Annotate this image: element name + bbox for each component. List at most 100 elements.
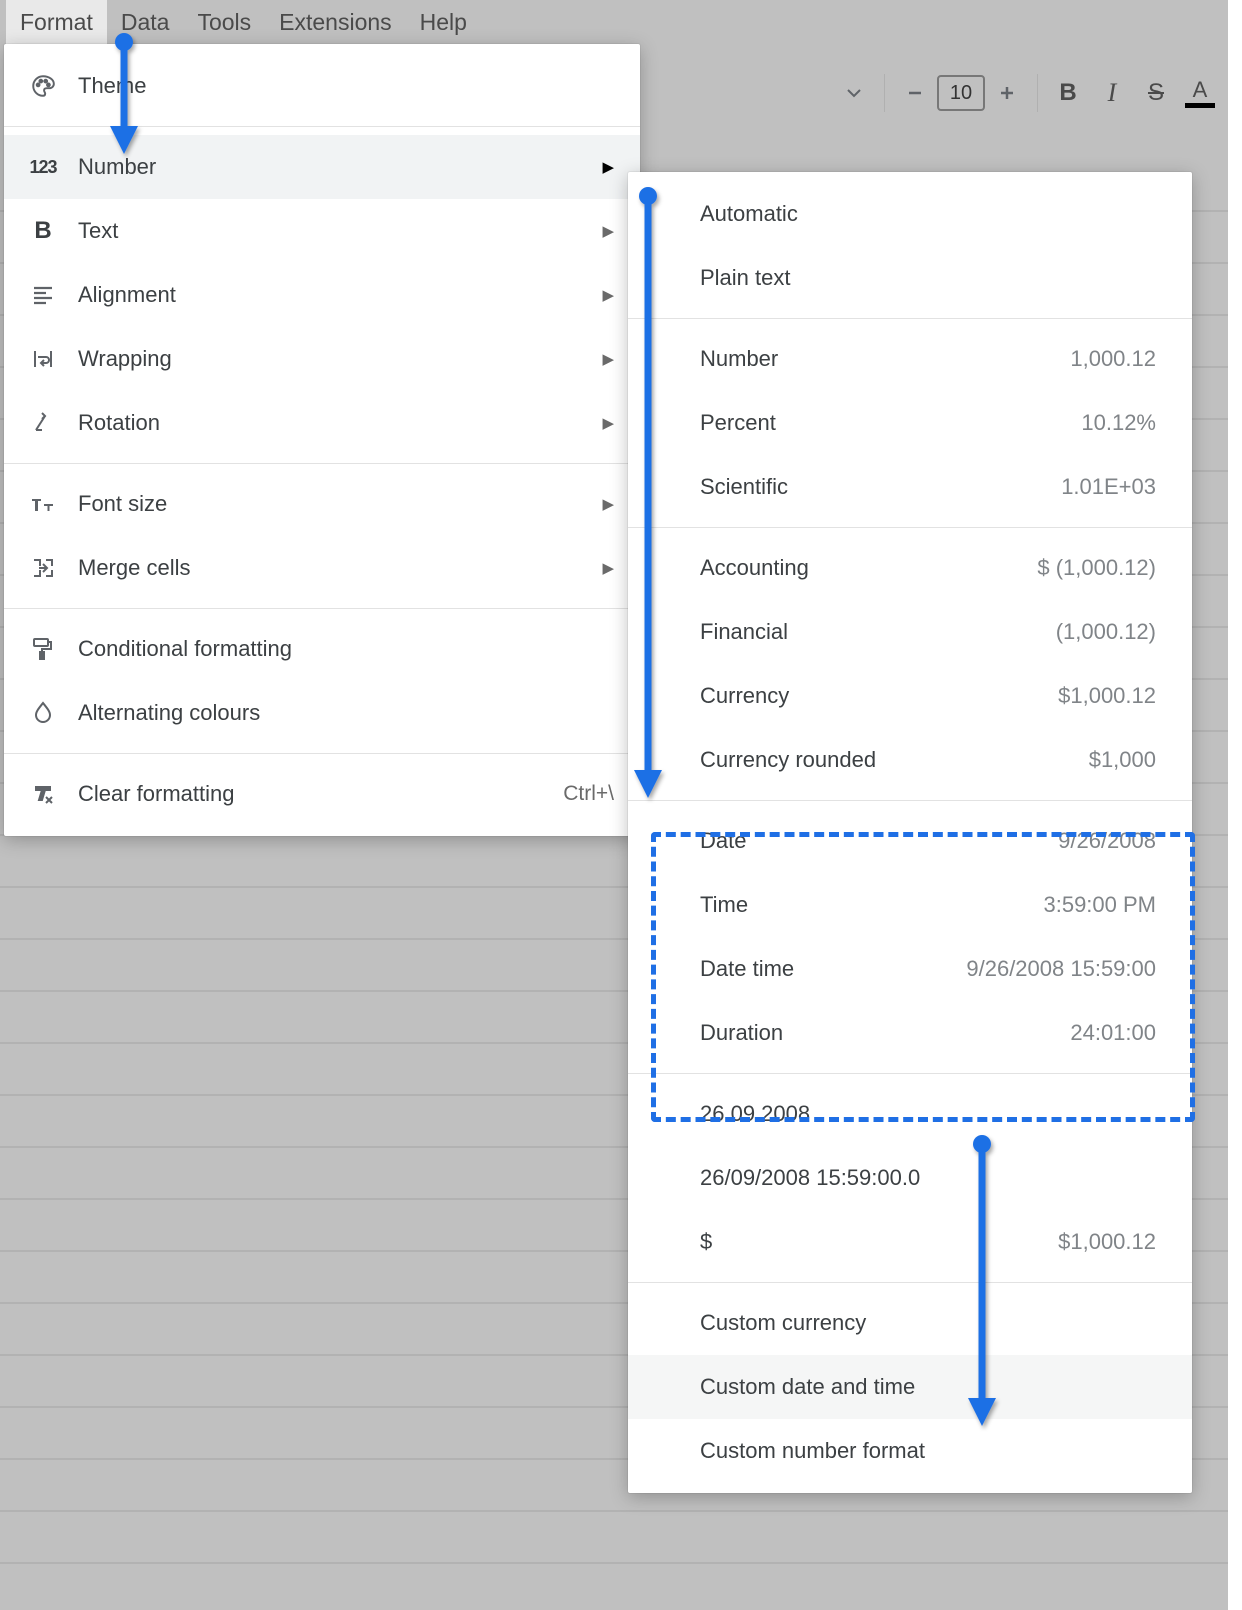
number-option-time[interactable]: Time 3:59:00 PM [628,873,1192,937]
chevron-right-icon: ▶ [602,286,614,304]
menu-item-alignment[interactable]: Alignment ▶ [4,263,640,327]
chevron-right-icon: ▶ [602,222,614,240]
number-option-number[interactable]: Number 1,000.12 [628,327,1192,391]
menu-item-label: Conditional formatting [78,636,614,662]
menu-extensions[interactable]: Extensions [265,0,406,46]
menu-item-merge-cells[interactable]: Merge cells ▶ [4,536,640,600]
menu-item-label: Rotation [78,410,592,436]
menu-item-theme[interactable]: Theme [4,54,640,118]
option-example: (1,000.12) [1056,619,1156,645]
menu-format[interactable]: Format [6,0,107,46]
font-size-input[interactable]: 10 [937,75,985,111]
menu-item-font-size[interactable]: Font size ▶ [4,472,640,536]
option-label: Automatic [700,201,798,227]
rotation-icon [26,411,60,435]
menu-item-label: Theme [78,73,614,99]
number-option-accounting[interactable]: Accounting $ (1,000.12) [628,536,1192,600]
chevron-right-icon: ▶ [602,414,614,432]
option-label: Date time [700,956,794,982]
number-option-scientific[interactable]: Scientific 1.01E+03 [628,455,1192,519]
number-option-date-time[interactable]: Date time 9/26/2008 15:59:00 [628,937,1192,1001]
menu-item-text[interactable]: B Text ▶ [4,199,640,263]
number-option-currency[interactable]: Currency $1,000.12 [628,664,1192,728]
number-option-recent-2[interactable]: 26/09/2008 15:59:00.0 [628,1146,1192,1210]
option-label: Accounting [700,555,809,581]
menu-help[interactable]: Help [406,0,481,46]
number-option-plain-text[interactable]: Plain text [628,246,1192,310]
number-option-percent[interactable]: Percent 10.12% [628,391,1192,455]
menu-item-wrapping[interactable]: Wrapping ▶ [4,327,640,391]
menu-item-number[interactable]: 123 Number ▶ [4,135,640,199]
toolbar-separator [1037,74,1038,112]
number-icon: 123 [26,157,60,178]
option-label: Time [700,892,748,918]
paint-roller-icon [26,636,60,662]
option-example: 1.01E+03 [1061,474,1156,500]
menu-item-label: Alignment [78,282,592,308]
font-size-increase-button[interactable] [985,72,1029,114]
option-label: Currency [700,683,789,709]
number-option-currency-rounded[interactable]: Currency rounded $1,000 [628,728,1192,792]
number-option-date[interactable]: Date 9/26/2008 [628,809,1192,873]
strikethrough-button[interactable]: S [1134,72,1178,114]
option-label: 26.09.2008 [700,1101,810,1127]
droplet-icon [26,700,60,726]
option-example: 24:01:00 [1070,1020,1156,1046]
wrap-icon [26,347,60,371]
bold-icon: B [26,217,60,245]
option-example: 3:59:00 PM [1043,892,1156,918]
option-label: Currency rounded [700,747,876,773]
bold-button[interactable]: B [1046,72,1090,114]
menu-item-rotation[interactable]: Rotation ▶ [4,391,640,455]
number-option-custom-date-time[interactable]: Custom date and time [628,1355,1192,1419]
option-label: Financial [700,619,788,645]
option-example: $ (1,000.12) [1037,555,1156,581]
font-size-decrease-button[interactable] [893,72,937,114]
toolbar-separator [884,74,885,112]
option-label: Custom date and time [700,1374,915,1400]
option-example: 10.12% [1081,410,1156,436]
option-label: Percent [700,410,776,436]
option-label: Custom currency [700,1310,866,1336]
option-label: 26/09/2008 15:59:00.0 [700,1165,920,1191]
menu-item-label: Font size [78,491,592,517]
format-menu: Theme 123 Number ▶ B Text ▶ Alignment ▶ … [4,44,640,836]
font-size-icon [26,492,60,516]
menu-item-label: Alternating colours [78,700,614,726]
option-label: Duration [700,1020,783,1046]
number-option-custom-number-format[interactable]: Custom number format [628,1419,1192,1483]
menu-item-alternating-colours[interactable]: Alternating colours [4,681,640,745]
option-label: Custom number format [700,1438,925,1464]
menu-tools[interactable]: Tools [183,0,265,46]
number-option-financial[interactable]: Financial (1,000.12) [628,600,1192,664]
number-option-recent-3[interactable]: $ $1,000.12 [628,1210,1192,1274]
align-left-icon [26,283,60,307]
menu-item-label: Wrapping [78,346,592,372]
number-option-automatic[interactable]: Automatic [628,182,1192,246]
option-example: 9/26/2008 15:59:00 [966,956,1156,982]
option-label: $ [700,1229,712,1255]
option-example: $1,000.12 [1058,1229,1156,1255]
text-color-button[interactable]: A [1178,72,1222,114]
option-example: 1,000.12 [1070,346,1156,372]
menu-data[interactable]: Data [107,0,184,46]
menu-item-conditional-formatting[interactable]: Conditional formatting [4,617,640,681]
toolbar-dropdown-icon[interactable] [832,72,876,114]
menu-item-label: Text [78,218,592,244]
number-option-recent-1[interactable]: 26.09.2008 [628,1082,1192,1146]
option-example: $1,000 [1089,747,1156,773]
number-option-custom-currency[interactable]: Custom currency [628,1291,1192,1355]
number-option-duration[interactable]: Duration 24:01:00 [628,1001,1192,1065]
menu-item-clear-formatting[interactable]: Clear formatting Ctrl+\ [4,762,640,826]
option-example: 9/26/2008 [1058,828,1156,854]
clear-format-icon [26,782,60,806]
merge-cells-icon [26,556,60,580]
palette-icon [26,73,60,99]
chevron-right-icon: ▶ [602,158,614,176]
menu-item-label: Merge cells [78,555,592,581]
italic-button[interactable]: I [1090,72,1134,114]
shortcut-label: Ctrl+\ [563,782,614,806]
option-example: $1,000.12 [1058,683,1156,709]
menubar: Format Data Tools Extensions Help [0,0,1242,44]
option-label: Plain text [700,265,791,291]
